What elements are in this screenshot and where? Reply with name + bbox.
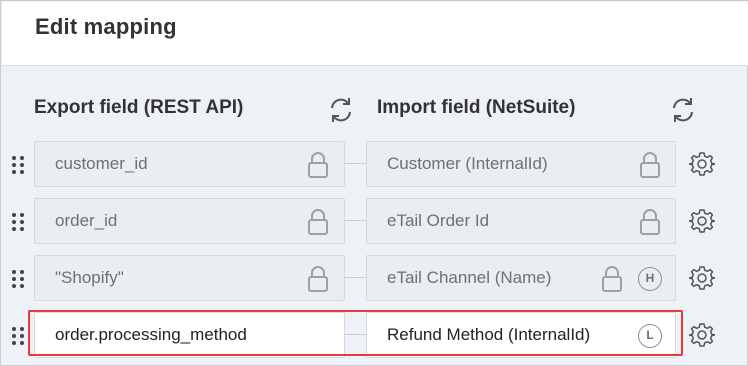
export-field[interactable]: "Shopify"	[34, 255, 345, 301]
export-field-header: Export field (REST API)	[34, 97, 244, 118]
import-field[interactable]: Refund Method (InternalId) L	[366, 312, 676, 358]
row-connector	[345, 277, 366, 278]
edit-mapping-dialog: Edit mapping Export field (REST API) Imp…	[0, 0, 748, 366]
import-field-value: Refund Method (InternalId)	[387, 325, 591, 344]
export-field[interactable]: order_id	[34, 198, 345, 244]
drag-handle-icon[interactable]	[9, 268, 27, 290]
row-connector	[345, 163, 366, 164]
lock-icon	[640, 209, 660, 235]
export-field[interactable]: order.processing_method	[34, 312, 345, 358]
mapping-row: "Shopify" eTail Channel (Name) H	[1, 255, 748, 303]
row-connector	[345, 334, 366, 335]
refresh-icon[interactable]	[668, 95, 698, 125]
dialog-header: Edit mapping	[2, 2, 748, 66]
export-field-value: "Shopify"	[55, 268, 124, 287]
mapping-row: order_id eTail Order Id	[1, 198, 748, 246]
import-field[interactable]: eTail Channel (Name) H	[366, 255, 676, 301]
lock-icon	[602, 266, 622, 292]
import-field[interactable]: Customer (InternalId)	[366, 141, 676, 187]
import-field-value: eTail Channel (Name)	[387, 268, 552, 287]
lock-icon	[308, 152, 328, 178]
gear-icon[interactable]	[689, 208, 715, 234]
import-field-value: Customer (InternalId)	[387, 154, 548, 173]
export-field-value: customer_id	[55, 154, 148, 173]
drag-handle-icon[interactable]	[9, 211, 27, 233]
drag-handle-icon[interactable]	[9, 154, 27, 176]
import-field[interactable]: eTail Order Id	[366, 198, 676, 244]
export-field-value: order.processing_method	[55, 325, 247, 344]
export-field[interactable]: customer_id	[34, 141, 345, 187]
lock-icon	[308, 266, 328, 292]
lock-icon	[640, 152, 660, 178]
gear-icon[interactable]	[689, 151, 715, 177]
import-field-header: Import field (NetSuite)	[377, 97, 576, 118]
lookup-badge-icon: L	[638, 324, 662, 348]
mapping-row: customer_id Customer (InternalId)	[1, 141, 748, 189]
drag-handle-icon[interactable]	[9, 325, 27, 347]
export-field-value: order_id	[55, 211, 118, 230]
dialog-title: Edit mapping	[35, 14, 177, 39]
refresh-icon[interactable]	[326, 95, 356, 125]
gear-icon[interactable]	[689, 265, 715, 291]
import-field-value: eTail Order Id	[387, 211, 490, 230]
gear-icon[interactable]	[689, 322, 715, 348]
row-connector	[345, 220, 366, 221]
lock-icon	[308, 209, 328, 235]
mapping-row: order.processing_method Refund Method (I…	[1, 312, 748, 360]
hardcoded-badge-icon: H	[638, 267, 662, 291]
